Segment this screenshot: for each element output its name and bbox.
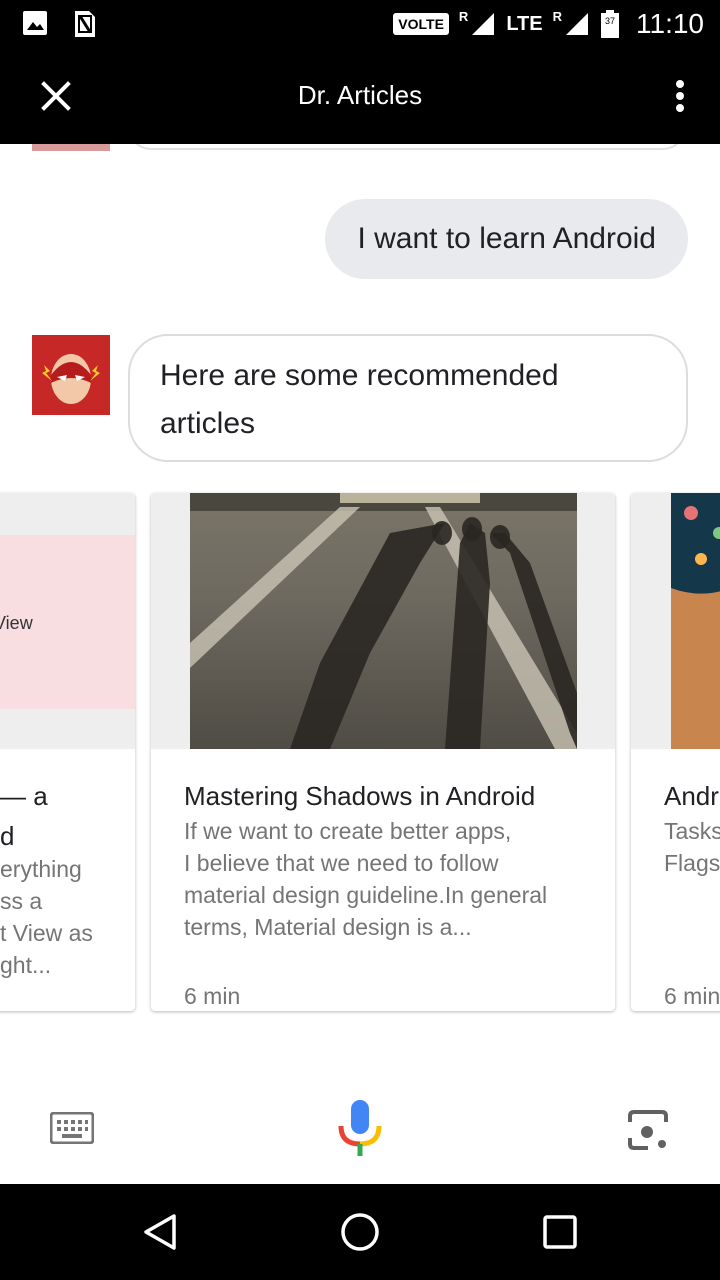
article-desc-line: ss a [0, 888, 43, 914]
article-card[interactable]: View — a d erything ss a t View as ght..… [0, 493, 135, 1011]
bot-message-bubble: Here are some recommended articles [128, 334, 688, 462]
status-bar: VOLTE R LTE R 37 11:10 [0, 0, 720, 48]
svg-text:37: 37 [605, 16, 615, 26]
read-time: 6 min [184, 983, 241, 1009]
article-desc-line: If we want to create better apps, [184, 818, 512, 844]
signal-icon-2 [566, 13, 588, 35]
article-desc-line: erything [0, 856, 82, 882]
notification-icons [22, 10, 96, 38]
article-desc-line: ght... [0, 952, 52, 978]
floral-photo [671, 493, 720, 749]
chat-thread[interactable]: I want to learn Android Here are some re… [0, 144, 720, 1084]
article-desc-line: Tasks [664, 818, 720, 844]
more-vert-icon [676, 80, 684, 112]
sim-notification-icon [75, 11, 95, 37]
recent-apps-icon[interactable] [542, 1214, 578, 1250]
battery-icon: 37 [601, 10, 619, 38]
article-title: Mastering Shadows in Android [184, 781, 536, 811]
shadows-photo [190, 493, 577, 749]
article-desc-line: terms, Material design is a... [184, 914, 472, 940]
bot-avatar [32, 335, 110, 415]
previous-message-bubble [128, 144, 686, 150]
roaming-indicator: R [458, 8, 469, 24]
article-image [631, 493, 720, 749]
article-desc-line: t View as [0, 920, 93, 946]
app-bar: Dr. Articles [0, 48, 720, 144]
previous-bot-avatar [32, 144, 110, 151]
read-time: 6 min [664, 983, 720, 1009]
clock: 11:10 [636, 8, 704, 39]
more-options-button[interactable] [660, 74, 700, 118]
user-message-bubble: I want to learn Android [325, 199, 688, 279]
home-icon[interactable] [338, 1210, 382, 1254]
signal-icon [472, 13, 495, 35]
system-status-icons: VOLTE R LTE R 37 11:10 [393, 6, 704, 42]
lte-indicator: LTE [506, 12, 543, 35]
article-desc-line: Flags [664, 850, 720, 876]
article-card[interactable]: Andr Tasks Flags 6 min [631, 493, 720, 1011]
flash-mask-icon [32, 335, 110, 415]
article-image: View [0, 493, 135, 749]
roaming-indicator-2: R [552, 8, 562, 24]
image-notification-icon [23, 11, 47, 35]
back-icon[interactable] [140, 1212, 180, 1252]
article-title: Andr [664, 781, 719, 811]
microphone-icon[interactable] [336, 1098, 384, 1160]
page-title: Dr. Articles [297, 80, 423, 110]
keyboard-icon[interactable] [50, 1112, 94, 1144]
system-navigation-bar [0, 1184, 720, 1280]
lens-icon[interactable] [626, 1108, 670, 1152]
article-carousel[interactable]: View — a d erything ss a t View as ght..… [0, 493, 720, 1013]
article-image-text: View [0, 613, 33, 633]
article-title-line: d [0, 821, 15, 851]
volte-badge: VOLTE [393, 13, 449, 35]
article-card[interactable]: Mastering Shadows in Android If we want … [151, 493, 615, 1011]
article-title-line: — a [0, 781, 48, 811]
assistant-input-bar [0, 1084, 720, 1184]
article-desc-line: I believe that we need to follow [184, 850, 499, 876]
article-desc-line: material design guideline.In general [184, 882, 548, 908]
article-image [151, 493, 615, 749]
